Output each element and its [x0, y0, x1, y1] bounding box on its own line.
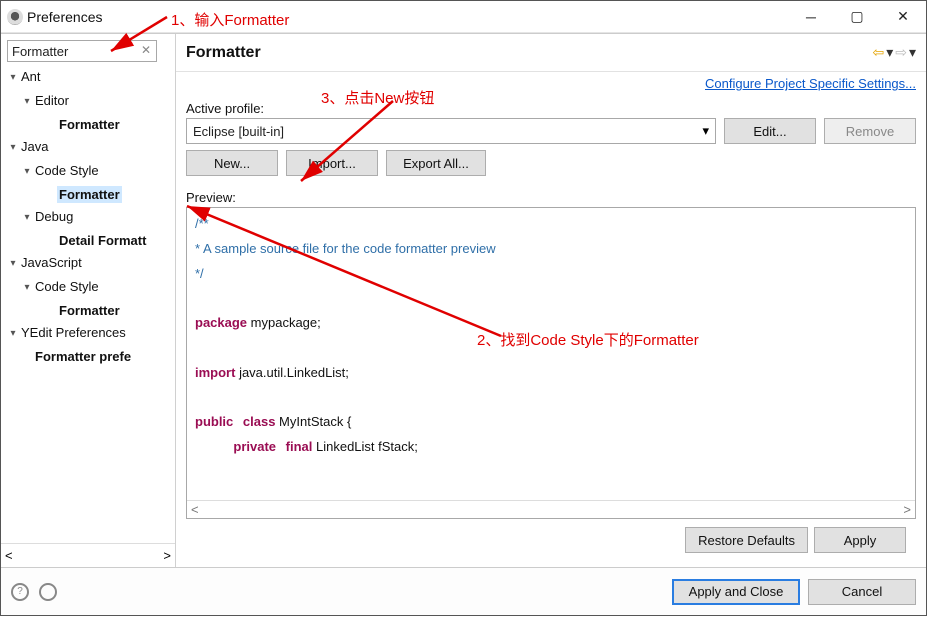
tree-item-label: Formatter: [57, 116, 122, 133]
page-header: Formatter ⇦ ▾ ⇨ ▾: [176, 34, 926, 72]
tree-item[interactable]: Formatter: [45, 114, 175, 136]
scroll-right-icon[interactable]: >: [163, 548, 171, 563]
clear-search-icon[interactable]: ✕: [139, 43, 153, 57]
nav-back-menu-icon[interactable]: ▾: [886, 44, 893, 61]
expand-icon[interactable]: ▾: [21, 161, 33, 183]
preference-tree[interactable]: ▾Ant▾EditorFormatter▾Java▾Code StyleForm…: [1, 64, 175, 543]
import-button[interactable]: Import...: [286, 150, 378, 176]
tree-item-label: Java: [19, 138, 50, 155]
tree-item-label: Formatter: [57, 302, 122, 319]
nav-back-icon[interactable]: ⇦: [872, 44, 884, 61]
tree-item[interactable]: ▾Debug: [21, 206, 175, 230]
configure-project-link[interactable]: Configure Project Specific Settings...: [705, 76, 916, 91]
tree-item[interactable]: ▾YEdit Preferences: [7, 322, 175, 346]
scroll-left-icon[interactable]: <: [191, 502, 199, 517]
remove-button: Remove: [824, 118, 916, 144]
tree-item-label: Ant: [19, 68, 43, 85]
scroll-right-icon[interactable]: >: [903, 502, 911, 517]
apply-and-close-button[interactable]: Apply and Close: [672, 579, 800, 605]
tree-item-label: Formatter: [57, 186, 122, 203]
tree-item[interactable]: Formatter prefe: [21, 346, 175, 368]
apply-button[interactable]: Apply: [814, 527, 906, 553]
main-panel: Formatter ⇦ ▾ ⇨ ▾ Configure Project Spec…: [176, 34, 926, 567]
expand-icon[interactable]: ▾: [7, 323, 19, 345]
titlebar: Preferences ─ ▢ ✕: [1, 1, 926, 33]
preview-code[interactable]: /** * A sample source file for the code …: [187, 208, 915, 500]
cancel-button[interactable]: Cancel: [808, 579, 916, 605]
new-button[interactable]: New...: [186, 150, 278, 176]
nav-forward-menu-icon[interactable]: ▾: [909, 44, 916, 61]
app-icon: [7, 9, 23, 25]
nav-forward-icon[interactable]: ⇨: [895, 44, 907, 61]
tree-item-label: Code Style: [33, 162, 101, 179]
tree-item[interactable]: ▾Code Style: [21, 276, 175, 300]
preferences-window: Preferences ─ ▢ ✕ ✕ ▾Ant▾EditorFormatter…: [0, 0, 927, 616]
expand-icon[interactable]: ▾: [7, 137, 19, 159]
help-icon[interactable]: ?: [11, 583, 29, 601]
tree-item-label: Formatter prefe: [33, 348, 133, 365]
expand-icon[interactable]: ▾: [21, 207, 33, 229]
maximize-button[interactable]: ▢: [834, 1, 880, 33]
tree-item-label: Debug: [33, 208, 75, 225]
active-profile-label: Active profile:: [186, 101, 916, 116]
tree-item[interactable]: ▾Code Style: [21, 160, 175, 184]
search-input[interactable]: [7, 40, 157, 62]
header-nav-icons: ⇦ ▾ ⇨ ▾: [872, 44, 916, 61]
minimize-button[interactable]: ─: [788, 1, 834, 33]
export-all-button[interactable]: Export All...: [386, 150, 486, 176]
expand-icon[interactable]: ▾: [7, 67, 19, 89]
chevron-down-icon: ▾: [702, 123, 709, 139]
expand-icon[interactable]: ▾: [21, 91, 33, 113]
active-profile-dropdown[interactable]: Eclipse [built-in] ▾: [186, 118, 716, 144]
preview-hscrollbar[interactable]: < >: [187, 500, 915, 518]
tree-item-label: JavaScript: [19, 254, 84, 271]
tree-item[interactable]: ▾Ant: [7, 66, 175, 90]
tree-item[interactable]: Formatter: [45, 184, 175, 206]
tree-item-label: Editor: [33, 92, 71, 109]
expand-icon[interactable]: ▾: [21, 277, 33, 299]
import-export-icon[interactable]: [39, 583, 57, 601]
tree-item-label: Code Style: [33, 278, 101, 295]
preview-box: /** * A sample source file for the code …: [186, 207, 916, 519]
window-title: Preferences: [27, 9, 102, 25]
expand-icon[interactable]: ▾: [7, 253, 19, 275]
tree-item[interactable]: ▾JavaScript: [7, 252, 175, 276]
tree-item[interactable]: ▾Java: [7, 136, 175, 160]
dialog-footer: ? Apply and Close Cancel: [1, 567, 926, 615]
sidebar: ✕ ▾Ant▾EditorFormatter▾Java▾Code StyleFo…: [1, 34, 176, 567]
edit-button[interactable]: Edit...: [724, 118, 816, 144]
sidebar-scroll-nav[interactable]: < >: [1, 543, 175, 567]
close-button[interactable]: ✕: [880, 1, 926, 33]
restore-defaults-button[interactable]: Restore Defaults: [685, 527, 808, 553]
active-profile-value: Eclipse [built-in]: [193, 124, 284, 139]
preview-label: Preview:: [186, 190, 916, 205]
tree-item-label: Detail Formatt: [57, 232, 148, 249]
tree-item[interactable]: ▾Editor: [21, 90, 175, 114]
tree-item[interactable]: Formatter: [45, 300, 175, 322]
tree-item[interactable]: Detail Formatt: [45, 230, 175, 252]
scroll-left-icon[interactable]: <: [5, 548, 13, 563]
page-title: Formatter: [186, 44, 872, 62]
tree-item-label: YEdit Preferences: [19, 324, 128, 341]
